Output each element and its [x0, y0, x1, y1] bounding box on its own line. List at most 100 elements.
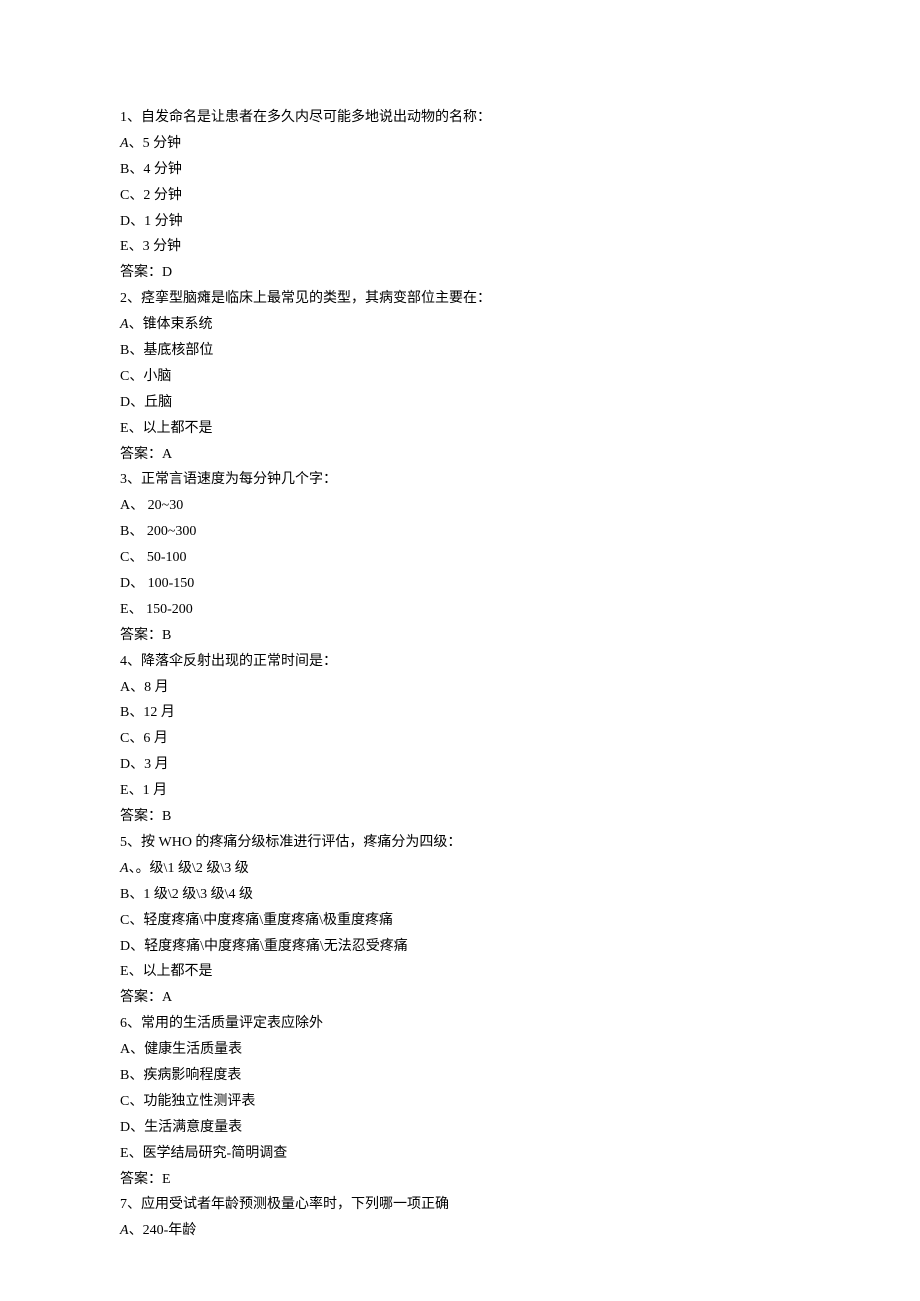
option-letter: C — [120, 188, 129, 203]
question-option: D、丘脑 — [120, 390, 800, 416]
question-answer: 答案：A — [120, 442, 800, 468]
question-option: D、1 分钟 — [120, 209, 800, 235]
option-text: 150-200 — [143, 602, 193, 617]
question-option: B、4 分钟 — [120, 157, 800, 183]
option-separator: 、 — [129, 731, 143, 746]
option-letter: D — [120, 939, 130, 954]
option-text: 200~300 — [143, 524, 196, 539]
option-text: 1 月 — [143, 783, 168, 798]
option-letter: D — [120, 214, 130, 229]
option-letter: A — [120, 861, 129, 876]
question-option: B、1 级\2 级\3 级\4 级 — [120, 882, 800, 908]
option-text: 疾病影响程度表 — [143, 1068, 241, 1083]
option-separator: 、 — [130, 214, 144, 229]
question-option: D、轻度疼痛\中度疼痛\重度疼痛\无法忍受疼痛 — [120, 934, 800, 960]
option-letter: C — [120, 731, 129, 746]
question-answer: 答案：E — [120, 1167, 800, 1193]
option-letter: D — [120, 1120, 130, 1135]
option-separator: 、 — [130, 757, 144, 772]
option-letter: E — [120, 783, 129, 798]
question-stem: 5、按 WHO 的疼痛分级标准进行评估，疼痛分为四级： — [120, 830, 800, 856]
option-separator: 、 — [129, 705, 143, 720]
option-separator: 、 — [129, 550, 143, 565]
question-option: C、小脑 — [120, 364, 800, 390]
option-separator: 、 — [129, 239, 143, 254]
option-text: 轻度疼痛\中度疼痛\重度疼痛\极重度疼痛 — [143, 913, 393, 928]
question-option: E、 150-200 — [120, 597, 800, 623]
question-option: C、 50-100 — [120, 545, 800, 571]
option-separator: 、 — [129, 1094, 143, 1109]
option-separator: 、 — [130, 498, 144, 513]
option-letter: D — [120, 757, 130, 772]
option-text: 1 级\2 级\3 级\4 级 — [143, 887, 253, 902]
option-text: 医学结局研究-简明调查 — [143, 1146, 288, 1161]
option-letter: E — [120, 602, 129, 617]
option-letter: A — [120, 1223, 129, 1238]
option-letter: B — [120, 524, 129, 539]
option-separator: 、 — [129, 1223, 143, 1238]
question-stem: 3、正常言语速度为每分钟几个字： — [120, 467, 800, 493]
option-letter: E — [120, 239, 129, 254]
option-separator: 、 — [129, 162, 143, 177]
option-separator: 、 — [129, 783, 143, 798]
option-separator: 、 — [130, 576, 144, 591]
option-separator: 、 — [130, 395, 144, 410]
question-option: A、5 分钟 — [120, 131, 800, 157]
option-letter: B — [120, 162, 129, 177]
option-letter: A — [120, 136, 129, 151]
question-stem: 6、常用的生活质量评定表应除外 — [120, 1011, 800, 1037]
document-body: 1、自发命名是让患者在多久内尽可能多地说出动物的名称：A、5 分钟B、4 分钟C… — [120, 105, 800, 1244]
option-letter: B — [120, 887, 129, 902]
question-option: C、2 分钟 — [120, 183, 800, 209]
option-separator: 、 — [129, 1146, 143, 1161]
question-stem: 4、降落伞反射出现的正常时间是： — [120, 649, 800, 675]
question-stem: 7、应用受试者年龄预测极量心率时，下列哪一项正确 — [120, 1192, 800, 1218]
option-letter: A — [120, 680, 130, 695]
question-answer: 答案：B — [120, 804, 800, 830]
option-text: 基底核部位 — [143, 343, 213, 358]
option-separator: 、 — [130, 1042, 144, 1057]
question-option: E、医学结局研究-简明调查 — [120, 1141, 800, 1167]
option-text: 锥体束系统 — [143, 317, 213, 332]
option-separator: 、 — [130, 1120, 144, 1135]
option-text: 以上都不是 — [143, 421, 213, 436]
option-text: 3 月 — [144, 757, 169, 772]
question-option: A、锥体束系统 — [120, 312, 800, 338]
option-letter: C — [120, 1094, 129, 1109]
option-letter: A — [120, 1042, 130, 1057]
option-text: 240-年龄 — [143, 1223, 197, 1238]
option-separator: 、 — [129, 1068, 143, 1083]
option-separator: 、 — [129, 887, 143, 902]
question-option: D、 100-150 — [120, 571, 800, 597]
option-separator: 、 — [129, 369, 143, 384]
option-text: 4 分钟 — [143, 162, 182, 177]
question-option: A、240-年龄 — [120, 1218, 800, 1244]
option-text: 6 月 — [143, 731, 168, 746]
question-option: A、。级\1 级\2 级\3 级 — [120, 856, 800, 882]
option-separator: 、 — [130, 939, 144, 954]
option-letter: C — [120, 369, 129, 384]
question-answer: 答案：B — [120, 623, 800, 649]
question-stem: 1、自发命名是让患者在多久内尽可能多地说出动物的名称： — [120, 105, 800, 131]
option-separator: 、 — [129, 861, 136, 876]
option-text: 功能独立性测评表 — [143, 1094, 255, 1109]
option-separator: 、 — [129, 524, 143, 539]
option-text: 轻度疼痛\中度疼痛\重度疼痛\无法忍受疼痛 — [144, 939, 408, 954]
option-separator: 、 — [130, 680, 144, 695]
option-text: 2 分钟 — [143, 188, 182, 203]
option-letter: E — [120, 1146, 129, 1161]
option-separator: 、 — [129, 188, 143, 203]
option-text: 小脑 — [143, 369, 171, 384]
question-option: C、功能独立性测评表 — [120, 1089, 800, 1115]
option-separator: 、 — [129, 136, 143, 151]
option-separator: 、 — [129, 913, 143, 928]
option-letter: D — [120, 395, 130, 410]
option-text: 12 月 — [143, 705, 175, 720]
question-option: D、生活满意度量表 — [120, 1115, 800, 1141]
option-text: 丘脑 — [144, 395, 172, 410]
question-option: A、健康生活质量表 — [120, 1037, 800, 1063]
option-text: 3 分钟 — [143, 239, 182, 254]
option-separator: 、 — [129, 317, 143, 332]
question-option: E、以上都不是 — [120, 416, 800, 442]
option-letter: E — [120, 421, 129, 436]
